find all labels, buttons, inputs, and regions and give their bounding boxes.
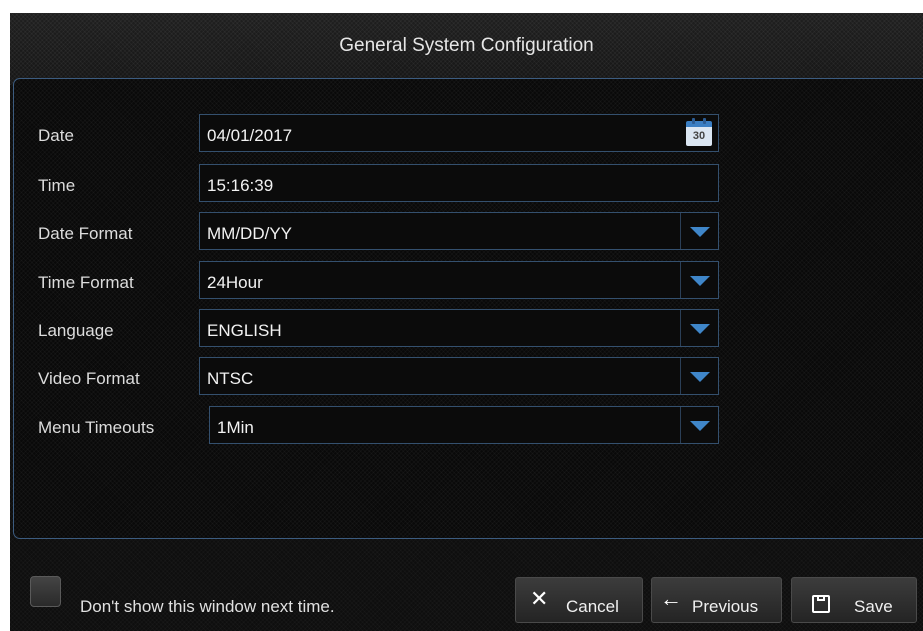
time-format-value: 24Hour xyxy=(207,273,263,292)
settings-panel: Date 04/01/2017 30 Time 15:16:39 Date Fo… xyxy=(13,78,923,539)
video-format-select[interactable]: NTSC xyxy=(199,357,719,395)
chevron-down-icon[interactable] xyxy=(680,213,718,249)
date-label: Date xyxy=(38,126,74,145)
menu-timeouts-select[interactable]: 1Min xyxy=(209,406,719,444)
language-value: ENGLISH xyxy=(207,321,282,340)
date-format-label: Date Format xyxy=(38,224,133,243)
row-language: Language ENGLISH xyxy=(14,309,923,349)
chevron-down-icon[interactable] xyxy=(680,310,718,346)
row-time-format: Time Format 24Hour xyxy=(14,261,923,301)
chevron-down-icon[interactable] xyxy=(680,262,718,298)
cancel-button[interactable]: ✕ Cancel xyxy=(515,577,643,623)
dont-show-checkbox[interactable] xyxy=(30,576,61,607)
save-label: Save xyxy=(854,597,893,616)
date-value: 04/01/2017 xyxy=(207,126,293,145)
previous-label: Previous xyxy=(692,597,759,616)
time-field[interactable]: 15:16:39 xyxy=(199,164,719,202)
window-title: General System Configuration xyxy=(339,35,594,56)
row-date: Date 04/01/2017 30 xyxy=(14,114,923,154)
floppy-disk-icon xyxy=(812,595,830,613)
previous-button[interactable]: ← Previous xyxy=(651,577,782,623)
language-label: Language xyxy=(38,321,114,340)
video-format-value: NTSC xyxy=(207,369,254,388)
title-bar: General System Configuration xyxy=(10,13,923,85)
cancel-label: Cancel xyxy=(566,597,619,616)
menu-timeouts-label: Menu Timeouts xyxy=(38,418,155,437)
menu-timeouts-value: 1Min xyxy=(217,418,254,437)
time-label: Time xyxy=(38,176,76,195)
date-field[interactable]: 04/01/2017 30 xyxy=(199,114,719,152)
dont-show-label: Don't show this window next time. xyxy=(80,597,335,616)
video-format-label: Video Format xyxy=(38,369,140,388)
time-format-label: Time Format xyxy=(38,273,134,292)
chevron-down-icon[interactable] xyxy=(680,358,718,394)
row-video-format: Video Format NTSC xyxy=(14,357,923,397)
row-date-format: Date Format MM/DD/YY xyxy=(14,212,923,252)
row-menu-timeouts: Menu Timeouts 1Min xyxy=(14,406,923,446)
calendar-icon[interactable]: 30 xyxy=(686,118,712,146)
arrow-left-icon: ← xyxy=(660,586,682,611)
close-icon: ✕ xyxy=(530,586,549,611)
time-format-select[interactable]: 24Hour xyxy=(199,261,719,299)
date-format-value: MM/DD/YY xyxy=(207,224,292,243)
save-button[interactable]: Save xyxy=(791,577,917,623)
date-format-select[interactable]: MM/DD/YY xyxy=(199,212,719,250)
row-time: Time 15:16:39 xyxy=(14,164,923,204)
chevron-down-icon[interactable] xyxy=(680,407,718,443)
language-select[interactable]: ENGLISH xyxy=(199,309,719,347)
time-value: 15:16:39 xyxy=(207,176,274,195)
